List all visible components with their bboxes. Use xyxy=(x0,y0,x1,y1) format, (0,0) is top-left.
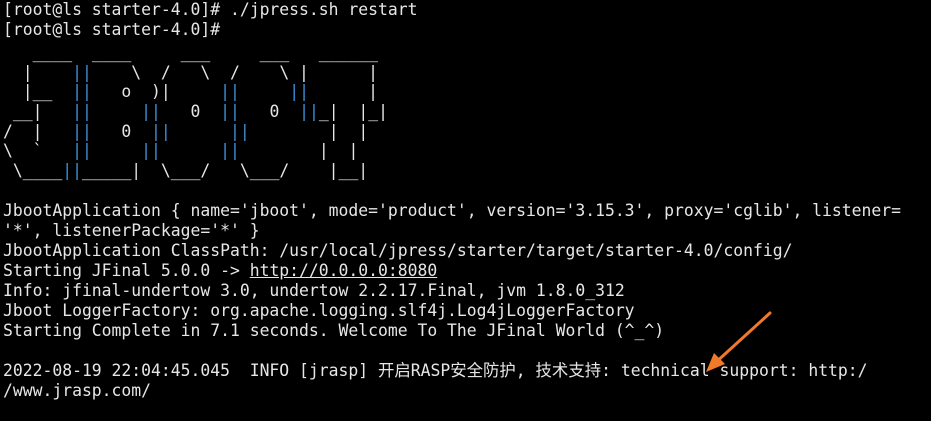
banner-line: / | || 0 || || | | xyxy=(3,122,931,142)
banner-segment: \____ xyxy=(3,161,63,181)
banner-accent-segment: || xyxy=(151,121,171,141)
banner-accent-segment: || xyxy=(299,102,319,122)
banner-segment xyxy=(92,102,141,121)
banner-segment: 0 xyxy=(91,121,152,141)
output-line-app-info: JbootApplication { name='jboot', mode='p… xyxy=(3,200,901,220)
banner-accent-segment: || xyxy=(141,102,161,122)
banner-segment: | xyxy=(3,62,73,82)
banner-accent-segment: || xyxy=(72,102,92,122)
banner-segment: ____ xyxy=(3,43,82,62)
banner-accent-segment: || xyxy=(230,121,250,141)
banner-line: | || \ / \ / \ | | xyxy=(3,63,931,83)
jboot-ascii-banner: ____ ____ ___ ___ ______ | || \ / \ / \ … xyxy=(3,43,931,181)
banner-line: __| || || 0 || 0 ||_| |_| xyxy=(3,102,931,122)
banner-segment: / | xyxy=(3,121,73,141)
banner-segment: __| xyxy=(3,102,73,122)
banner-segment: | xyxy=(308,82,379,102)
banner-segment: | | xyxy=(239,141,359,161)
banner-accent-segment: || xyxy=(289,82,309,102)
banner-segment: ___ xyxy=(151,43,230,62)
prompt-line-2: [root@ls starter-4.0]# xyxy=(3,20,230,39)
banner-line: \____||_____| \___/ \___/ |__| xyxy=(3,161,931,181)
banner-accent-segment: || xyxy=(141,141,161,161)
banner-segment xyxy=(92,141,141,160)
output-line-starting: Starting JFinal 5.0.0 -> http://0.0.0.0:… xyxy=(3,261,931,281)
banner-segment: o )| xyxy=(91,82,221,102)
output-line-undertow-info: Info: jfinal-undertow 3.0, undertow 2.2.… xyxy=(3,280,625,300)
banner-accent-segment: || xyxy=(72,141,92,161)
prompt-line-1: [root@ls starter-4.0]# ./jpress.sh resta… xyxy=(3,0,418,19)
banner-accent-segment: || xyxy=(220,82,240,102)
output-line-logger-factory: Jboot LoggerFactory: org.apache.logging.… xyxy=(3,300,635,320)
banner-accent-segment: || xyxy=(72,62,92,82)
banner-accent-segment: || xyxy=(72,82,92,102)
log-line-jrasp: 2022-08-19 22:04:45.045 INFO [jrasp] 开启R… xyxy=(3,360,868,380)
output-line-classpath: JbootApplication ClassPath: /usr/local/j… xyxy=(3,240,793,260)
banner-accent-segment: || xyxy=(72,121,92,141)
banner-line: \ ` || || || | | xyxy=(3,141,931,161)
output-line-app-info-cont: '*', listenerPackage='*' } xyxy=(3,220,260,240)
banner-segment: ___ xyxy=(229,43,309,62)
banner-accent-segment: || xyxy=(220,141,240,161)
banner-segment: \ / \ / \ | | xyxy=(91,62,378,82)
banner-segment xyxy=(171,122,230,141)
banner-line: |__ || o )| || || | xyxy=(3,82,931,102)
banner-segment xyxy=(161,141,220,160)
banner-accent-segment: || xyxy=(220,102,240,122)
banner-accent-segment: || xyxy=(62,161,82,181)
banner-segment: 0 xyxy=(160,102,221,122)
terminal-window[interactable]: [root@ls starter-4.0]# ./jpress.sh resta… xyxy=(0,0,931,421)
banner-segment: _| |_| xyxy=(318,102,388,122)
server-url-link[interactable]: http://0.0.0.0:8080 xyxy=(250,261,438,280)
output-line-complete: Starting Complete in 7.1 seconds. Welcom… xyxy=(3,320,665,340)
banner-segment: \ ` xyxy=(3,141,73,161)
banner-segment: ____ xyxy=(81,43,152,62)
banner-line: ____ ____ ___ ___ ______ xyxy=(3,43,931,63)
banner-segment: _____| \___/ \___/ |__| xyxy=(81,161,369,181)
banner-segment: 0 xyxy=(239,102,300,122)
banner-segment: |__ xyxy=(3,82,73,102)
starting-prefix: Starting JFinal 5.0.0 -> xyxy=(3,260,250,280)
banner-segment: ______ xyxy=(308,43,388,62)
banner-segment xyxy=(240,82,289,101)
banner-segment: | | xyxy=(249,121,369,141)
log-line-jrasp-cont: /www.jrasp.com/ xyxy=(3,380,152,400)
